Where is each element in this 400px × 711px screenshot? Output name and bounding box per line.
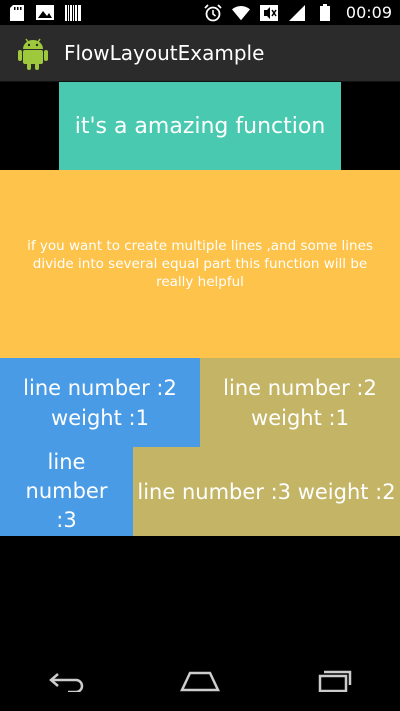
amazing-function-block: it's a amazing function [59, 82, 341, 170]
sd-card-icon [8, 4, 26, 21]
photo-icon [36, 5, 54, 21]
barcode-icon [64, 4, 82, 21]
battery-icon [316, 4, 334, 21]
navigation-bar [0, 655, 400, 711]
recents-button[interactable] [303, 663, 363, 703]
line3-block-left: line number :3 [0, 447, 133, 536]
clock-time: 00:09 [345, 3, 392, 22]
mute-icon [259, 4, 278, 21]
status-bar-right: 00:09 [204, 3, 392, 22]
recents-icon [314, 670, 352, 696]
alarm-icon [204, 3, 222, 21]
app-title: FlowLayoutExample [64, 41, 265, 65]
back-icon [48, 670, 86, 696]
home-icon [180, 670, 220, 696]
android-icon[interactable] [14, 34, 52, 72]
signal-icon [288, 4, 306, 21]
wifi-icon [231, 5, 250, 21]
action-bar: FlowLayoutExample [0, 25, 400, 82]
status-bar-left [8, 4, 82, 21]
home-button[interactable] [170, 663, 230, 703]
line2-weight1-block-right: line number :2 weight :1 [200, 358, 400, 447]
back-button[interactable] [37, 663, 97, 703]
line3-weight2-block-right: line number :3 weight :2 [133, 447, 400, 536]
line2-weight1-block-left: line number :2 weight :1 [0, 358, 200, 447]
status-bar: 00:09 [0, 0, 400, 25]
description-block: if you want to create multiple lines ,an… [0, 170, 400, 358]
